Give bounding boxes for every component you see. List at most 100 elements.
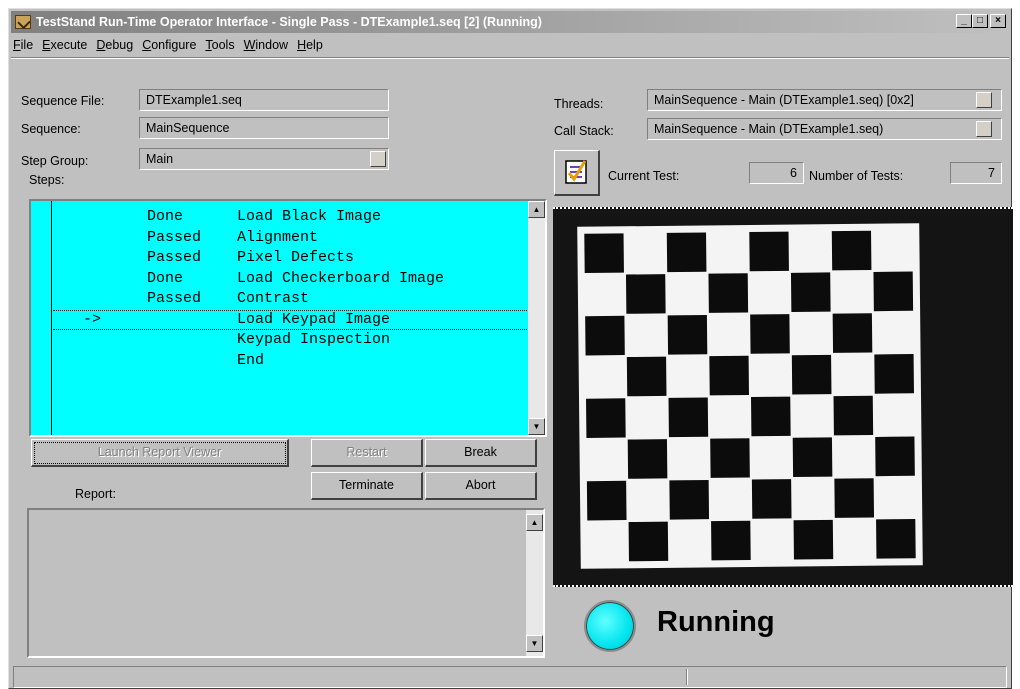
scroll-up-icon[interactable]: ▲ (526, 514, 543, 531)
checker-square (625, 274, 666, 314)
window-title: TestStand Run-Time Operator Interface - … (36, 15, 542, 29)
checker-square (793, 519, 834, 560)
checkerboard-image (577, 223, 923, 569)
app-icon (15, 15, 31, 29)
checker-square (586, 480, 627, 521)
step-row[interactable]: End (31, 351, 527, 371)
report-pane[interactable]: ▲ ▼ (27, 508, 545, 658)
close-button[interactable]: × (990, 14, 1006, 28)
menu-execute[interactable]: Execute (42, 38, 87, 52)
call-stack-select[interactable]: MainSequence - Main (DTExample1.seq) (647, 118, 1002, 140)
checker-square (709, 355, 749, 396)
step-status: Done (147, 208, 184, 225)
step-row[interactable]: Passed Alignment (31, 228, 527, 248)
steps-label: Steps: (29, 173, 65, 187)
steps-scrollbar[interactable]: ▲ ▼ (528, 201, 545, 435)
main-window: TestStand Run-Time Operator Interface - … (8, 8, 1013, 689)
step-name: End (237, 351, 265, 369)
status-bar (13, 666, 1007, 688)
checker-square (667, 314, 708, 355)
terminate-button[interactable]: Terminate (311, 472, 423, 500)
checker-square (792, 437, 833, 478)
checker-square (831, 230, 872, 271)
current-test-field: 6 (749, 162, 804, 184)
checker-square (751, 479, 792, 519)
test-checklist-icon[interactable] (554, 150, 600, 196)
checker-square (832, 313, 873, 353)
maximize-button[interactable]: □ (972, 14, 988, 28)
menu-window[interactable]: Window (244, 38, 288, 52)
minimize-button[interactable]: _ (956, 14, 972, 28)
step-group-label: Step Group: (21, 154, 89, 168)
scroll-down-icon[interactable]: ▼ (528, 418, 545, 435)
checker-square (668, 397, 709, 438)
step-name: Load Black Image (237, 208, 382, 225)
window-controls: _ □ × (956, 14, 1006, 28)
checker-square (708, 273, 749, 313)
threads-dropdown-button[interactable] (976, 92, 992, 108)
menu-separator (11, 57, 1009, 59)
launch-report-viewer-button[interactable]: Launch Report Viewer (31, 439, 289, 467)
scroll-up-icon[interactable]: ▲ (528, 201, 545, 218)
checker-square (627, 439, 668, 479)
step-row[interactable]: Keypad Inspection (31, 330, 527, 350)
menu-bar: File Execute Debug Configure Tools Windo… (11, 35, 1009, 55)
running-status-text: Running (657, 606, 775, 638)
checker-square (875, 436, 915, 477)
menu-file[interactable]: File (13, 38, 33, 52)
checker-square (666, 232, 707, 273)
step-group-dropdown-button[interactable] (370, 151, 386, 167)
step-status: Done (147, 269, 184, 287)
restart-button[interactable]: Restart (311, 439, 423, 467)
title-bar[interactable]: TestStand Run-Time Operator Interface - … (11, 11, 1009, 33)
checker-square (876, 519, 916, 559)
scroll-down-icon[interactable]: ▼ (526, 635, 543, 652)
menu-debug[interactable]: Debug (96, 38, 133, 52)
step-name: Contrast (237, 290, 310, 307)
sequence-field: MainSequence (139, 117, 389, 139)
call-stack-label: Call Stack: (554, 124, 614, 138)
checker-square (790, 272, 831, 313)
call-stack-dropdown-button[interactable] (976, 121, 992, 137)
break-button[interactable]: Break (425, 439, 537, 467)
step-row[interactable]: -> Load Keypad Image (53, 309, 527, 330)
steps-list[interactable]: Done Load Black Image Passed Alignment Passe… (29, 199, 547, 437)
checker-square (873, 271, 914, 312)
checker-square (711, 520, 751, 561)
step-row[interactable]: Passed Pixel Defects (31, 248, 527, 268)
current-test-label: Current Test: (608, 169, 680, 183)
checker-square (749, 231, 789, 272)
checker-square (626, 356, 667, 397)
sequence-label: Sequence: (21, 122, 81, 136)
step-row[interactable]: Passed Contrast (31, 289, 527, 309)
menu-help[interactable]: Help (297, 38, 323, 52)
step-status: Passed (147, 290, 202, 307)
step-status: Passed (147, 249, 202, 266)
sequence-file-label: Sequence File: (21, 94, 105, 108)
step-name: Load Checkerboard Image (237, 269, 445, 287)
checker-square (833, 395, 874, 436)
menu-configure[interactable]: Configure (142, 38, 196, 52)
step-group-select[interactable]: Main (139, 148, 389, 170)
checker-square (791, 354, 832, 395)
step-name: Keypad Inspection (237, 331, 391, 348)
report-label: Report: (75, 487, 116, 501)
checker-square (874, 354, 914, 394)
report-scrollbar[interactable]: ▲ ▼ (526, 510, 543, 656)
checker-square (751, 396, 791, 437)
step-row[interactable]: Done Load Black Image (31, 207, 527, 227)
abort-button[interactable]: Abort (425, 472, 537, 500)
checker-square (628, 521, 669, 562)
step-status: Passed (147, 228, 202, 246)
sequence-file-field: DTExample1.seq (139, 89, 389, 111)
checker-square (585, 315, 625, 356)
status-bar-divider (686, 669, 688, 685)
checker-square (710, 438, 750, 478)
checker-square (750, 314, 790, 354)
step-current-arrow: -> (83, 310, 102, 328)
threads-select[interactable]: MainSequence - Main (DTExample1.seq) [0x… (647, 89, 1002, 111)
step-name: Pixel Defects (237, 249, 355, 266)
step-row[interactable]: Done Load Checkerboard Image (31, 269, 527, 289)
menu-tools[interactable]: Tools (205, 38, 234, 52)
number-of-tests-field: 7 (950, 162, 1002, 184)
